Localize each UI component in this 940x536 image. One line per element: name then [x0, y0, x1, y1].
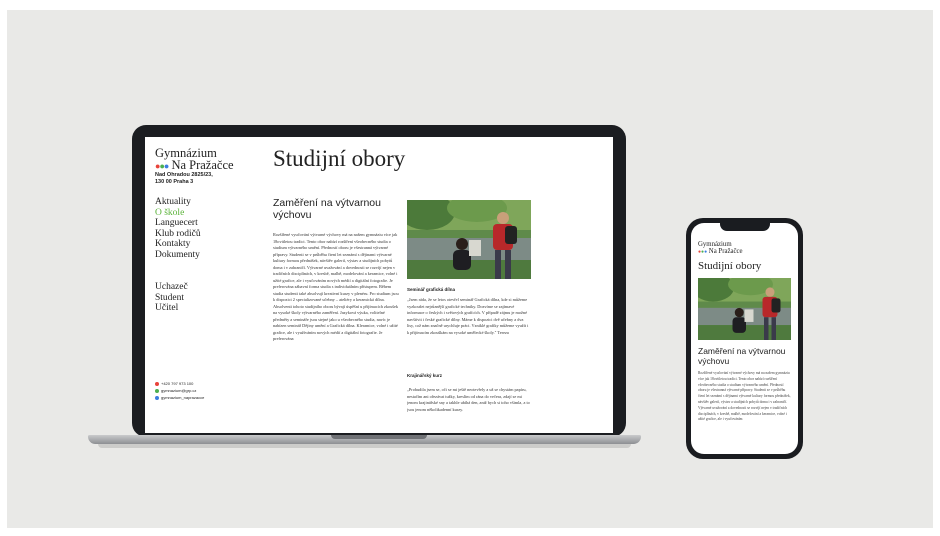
logo-line2: Na Pražačce: [171, 158, 234, 172]
school-address: Nad Ohradou 2825/23, 130 00 Praha 3: [155, 172, 213, 186]
laptop-shadow: [98, 444, 631, 448]
phone-text: +420 797 973 100: [161, 381, 194, 386]
nav-item-ucitel[interactable]: Učitel: [155, 303, 188, 314]
contact-list: +420 797 973 100 gymnazium@grp.cz gymnaz…: [155, 380, 204, 401]
contact-phone[interactable]: +420 797 973 100: [155, 380, 204, 387]
contact-instagram[interactable]: gymnazium_naprazacce: [155, 394, 204, 401]
nav-item-dokumenty[interactable]: Dokumenty: [155, 250, 201, 261]
email-icon: [155, 388, 159, 393]
nav-item-student[interactable]: Student: [155, 293, 188, 304]
nav-item-klub-rodicu[interactable]: Klub rodičů: [155, 229, 201, 240]
caption-graficka-dilna: Seminář grafická dílna: [407, 287, 456, 292]
article-photo: [407, 200, 531, 279]
laptop-screen: Gymnázium ●●● Na Pražačce Nad Ohradou 28…: [145, 137, 613, 433]
contact-email[interactable]: gymnazium@grp.cz: [155, 387, 204, 394]
logo-dots-icon: ●●●: [155, 161, 169, 171]
article-body: Rozšířené vyučování výtvarné výchovy má …: [273, 232, 399, 341]
phone-site-logo[interactable]: Gymnázium ●●● Na Pražačce: [698, 241, 743, 256]
address-line2: 130 00 Praha 3: [155, 179, 194, 185]
site-logo[interactable]: Gymnázium ●●● Na Pražačce: [155, 147, 234, 172]
nav-item-uchazec[interactable]: Uchazeč: [155, 282, 188, 293]
phone-logo-dots-icon: ●●●: [698, 250, 708, 255]
nav-item-o-skole[interactable]: O škole: [155, 208, 201, 219]
phone-students-drawing-photo: [698, 278, 791, 340]
phone-icon: [155, 381, 159, 386]
section-title: Zaměření na výtvarnou výchovu: [273, 197, 381, 221]
phone-page-title: Studijní obory: [698, 260, 762, 272]
phone-logo-line2: Na Pražačce: [708, 248, 743, 255]
phone-section-title: Zaměření na výtvarnou výchovu: [698, 346, 786, 366]
students-drawing-photo: [407, 200, 531, 279]
address-line1: Nad Ohradou 2825/23,: [155, 172, 213, 178]
email-text: gymnazium@grp.cz: [161, 388, 197, 393]
phone-article-photo: [698, 278, 791, 340]
quote-graficka-dilna: „Jsem ráda, že se letos otevřel seminář …: [407, 297, 529, 335]
quote-krajinarsky-kurz: „Probudila jsem se, oči se mi ještě neot…: [407, 387, 530, 412]
laptop-hinge-notch: [331, 435, 427, 439]
page-title: Studijní obory: [273, 146, 406, 171]
nav-item-aktuality[interactable]: Aktuality: [155, 197, 201, 208]
caption-krajinarsky-kurz: Krajinářský kurz: [407, 373, 443, 378]
nav-item-languecert[interactable]: Languecert: [155, 218, 201, 229]
phone-screen: Gymnázium ●●● Na Pražačce Studijní obory…: [691, 223, 798, 454]
phone-logo-line1: Gymnázium: [698, 241, 732, 248]
instagram-icon: [155, 395, 159, 400]
nav-item-kontakty[interactable]: Kontakty: [155, 239, 201, 250]
instagram-text: gymnazium_naprazacce: [161, 395, 205, 400]
audience-nav: Uchazeč Student Učitel: [155, 282, 188, 314]
phone-notch: [720, 223, 770, 231]
main-nav: Aktuality O škole Languecert Klub rodičů…: [155, 197, 201, 260]
phone-article-body: Rozšířené vyučování výtvarné výchovy má …: [698, 371, 791, 422]
